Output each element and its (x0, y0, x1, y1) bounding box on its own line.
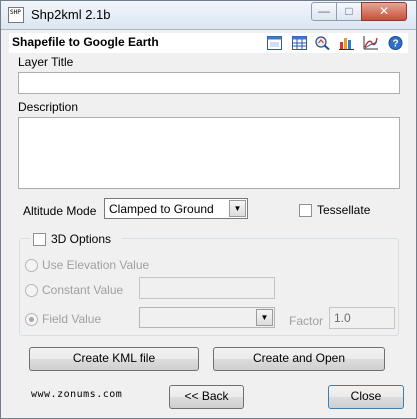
close-button[interactable]: Close (328, 385, 404, 409)
bar-chart-icon[interactable] (339, 36, 354, 50)
factor-label: Factor (289, 314, 324, 328)
tessellate-checkbox[interactable] (299, 204, 312, 217)
layer-title-input[interactable] (18, 72, 400, 94)
window-title: Shp2kml 2.1b (31, 7, 111, 22)
options-3d-label: 3D Options (51, 232, 112, 246)
footer-url[interactable]: www.zonums.com (31, 389, 122, 400)
zoom-settings-icon[interactable] (315, 36, 330, 50)
app-icon: SHP (8, 7, 24, 23)
close-icon: ✕ (378, 4, 390, 18)
minimize-icon: — (318, 4, 330, 18)
options-3d-legend: 3D Options (30, 231, 122, 247)
use-elevation-radio[interactable] (25, 259, 38, 272)
tessellate-label: Tessellate (317, 203, 371, 217)
back-button[interactable]: << Back (169, 385, 244, 409)
header-band: Shapefile to Google Earth ? (9, 33, 408, 53)
chevron-down-icon[interactable]: ▼ (256, 309, 273, 326)
table-icon[interactable] (292, 36, 307, 50)
field-value-radio[interactable] (25, 313, 38, 326)
options-3d-checkbox[interactable] (33, 233, 46, 246)
altitude-mode-label: Altitude Mode (23, 204, 97, 218)
create-and-open-button[interactable]: Create and Open (213, 347, 385, 371)
field-value-select[interactable]: ▼ (139, 307, 275, 328)
field-value-label: Field Value (42, 312, 102, 326)
maximize-icon: □ (345, 4, 353, 18)
use-elevation-label: Use Elevation Value (42, 258, 150, 272)
app-window: SHP Shp2kml 2.1b — □ ✕ Shapefile to Goog… (0, 0, 417, 419)
layer-title-label: Layer Title (18, 55, 74, 69)
factor-value: 1.0 (334, 311, 351, 325)
close-window-button[interactable]: ✕ (361, 2, 407, 21)
maximize-button[interactable]: □ (336, 2, 362, 21)
altitude-mode-value: Clamped to Ground (109, 202, 214, 216)
minimize-button[interactable]: — (311, 2, 337, 21)
constant-value-input[interactable] (139, 277, 275, 299)
header-title: Shapefile to Google Earth (12, 35, 159, 49)
title-bar[interactable]: SHP Shp2kml 2.1b — □ ✕ (1, 1, 416, 30)
description-label: Description (18, 100, 79, 114)
constant-value-label: Constant Value (42, 283, 124, 297)
svg-text:?: ? (392, 39, 398, 50)
line-chart-icon[interactable] (363, 36, 378, 50)
constant-value-radio[interactable] (25, 284, 38, 297)
window-icon[interactable] (267, 36, 282, 50)
factor-input[interactable]: 1.0 (329, 307, 395, 329)
chevron-down-icon[interactable]: ▼ (229, 200, 246, 217)
help-icon[interactable]: ? (388, 36, 403, 50)
altitude-mode-select[interactable]: Clamped to Ground ▼ (104, 198, 248, 219)
description-textarea[interactable] (18, 117, 400, 189)
app-icon-text: SHP (10, 9, 21, 16)
create-kml-button[interactable]: Create KML file (29, 347, 199, 371)
